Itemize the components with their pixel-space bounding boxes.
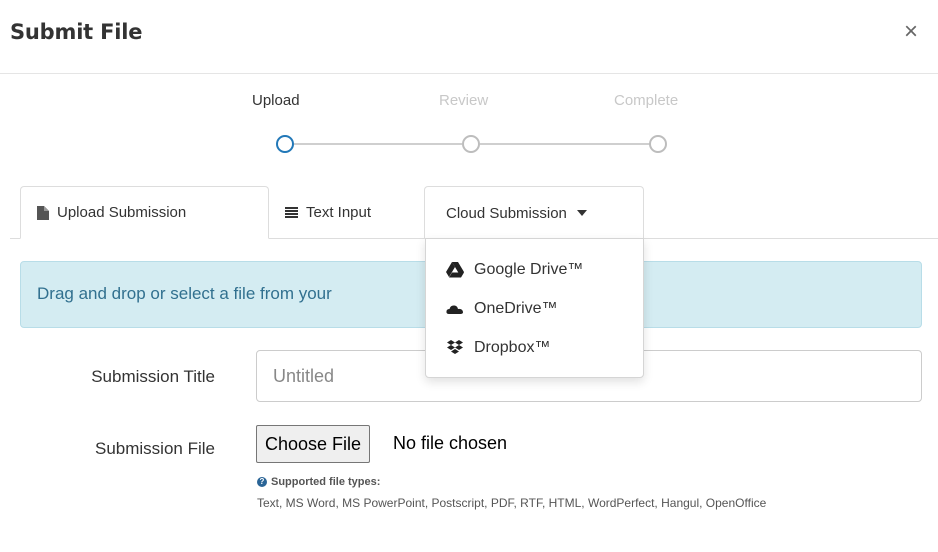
menu-item-label: OneDrive™: [474, 300, 558, 317]
cloud-dropdown-menu: Google Drive™ OneDrive™ Dropbox™: [425, 238, 644, 378]
step-connector: [294, 143, 462, 145]
dropbox-icon: [447, 340, 463, 354]
submission-file-label: Submission File: [95, 439, 215, 458]
supported-types-heading: ? Supported file types:: [257, 476, 380, 488]
step-dot-review: [462, 135, 480, 153]
tab-text-label: Text Input: [306, 204, 372, 221]
tab-text-input[interactable]: Text Input: [269, 186, 425, 239]
submission-title-label: Submission Title: [91, 367, 215, 386]
step-label-upload: Upload: [252, 92, 300, 109]
no-file-text: No file chosen: [393, 433, 508, 453]
progress-stepper: Upload Review Complete: [0, 0, 938, 170]
menu-item-onedrive[interactable]: OneDrive™: [446, 300, 558, 318]
tab-upload-label: Upload Submission: [57, 204, 187, 221]
menu-item-label: Google Drive™: [474, 261, 584, 278]
align-justify-icon: [285, 207, 298, 218]
file-icon: [37, 205, 49, 220]
step-label-complete: Complete: [614, 92, 679, 109]
menu-item-google-drive[interactable]: Google Drive™: [446, 261, 583, 279]
supported-types-list: Text, MS Word, MS PowerPoint, Postscript…: [257, 496, 767, 510]
step-connector: [480, 143, 650, 145]
help-title-text: Supported file types:: [271, 476, 381, 488]
tab-upload-submission[interactable]: Upload Submission: [20, 186, 269, 239]
step-dot-upload: [276, 135, 294, 153]
onedrive-icon: [446, 305, 463, 314]
tab-cloud-submission[interactable]: Cloud Submission: [424, 186, 644, 239]
choose-file-button[interactable]: Choose File: [256, 425, 371, 463]
tab-cloud-label: Cloud Submission: [446, 204, 567, 222]
question-circle-icon: ?: [257, 477, 267, 487]
alert-text: Drag and drop or select a file from your: [37, 284, 332, 303]
menu-item-label: Dropbox™: [474, 339, 551, 356]
caret-down-icon: [576, 210, 587, 216]
google-drive-icon: [446, 262, 464, 278]
step-label-review: Review: [439, 92, 489, 109]
step-dot-complete: [649, 135, 667, 153]
submission-tabs: Upload Submission Text Input Cloud Submi…: [10, 186, 938, 239]
menu-item-dropbox[interactable]: Dropbox™: [446, 339, 550, 357]
